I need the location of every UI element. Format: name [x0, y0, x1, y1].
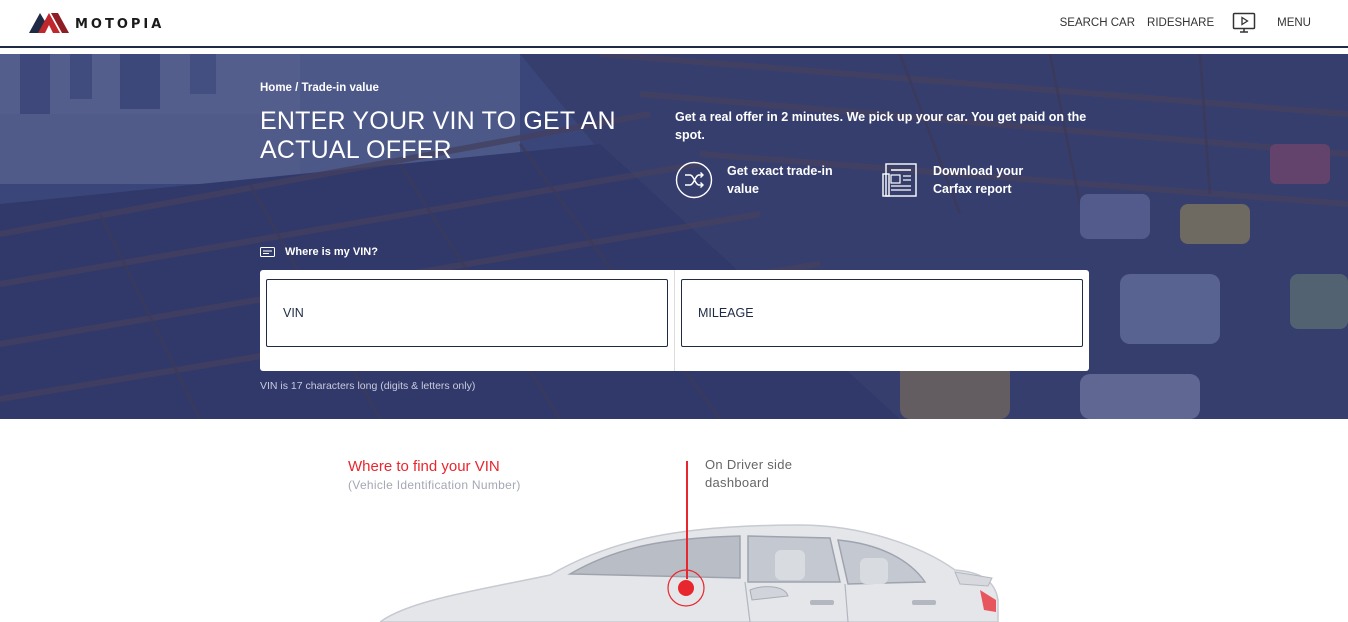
nav-menu[interactable]: MENU — [1277, 17, 1311, 29]
video-tv-icon[interactable] — [1232, 12, 1256, 34]
logo[interactable]: MOTOPIA — [29, 11, 164, 35]
logo-mark-icon — [29, 13, 69, 33]
nav-search-car[interactable]: SEARCH CAR — [1060, 17, 1135, 29]
mileage-input[interactable] — [698, 306, 1082, 320]
header-divider — [0, 46, 1348, 48]
brand-name: MOTOPIA — [75, 16, 165, 32]
hero-subtitle: Get a real offer in 2 minutes. We pick u… — [675, 110, 1087, 142]
report-icon — [882, 163, 917, 197]
nav-rideshare[interactable]: RIDESHARE — [1147, 17, 1214, 29]
hero-section: Home / Trade-in value ENTER YOUR VIN TO … — [0, 54, 1348, 419]
breadcrumb[interactable]: Home / Trade-in value — [260, 82, 379, 94]
vin-form — [260, 270, 1089, 371]
feature-carfax-report: Download your Carfax report — [881, 161, 1043, 199]
shuffle-icon — [675, 161, 713, 199]
form-divider — [674, 270, 675, 371]
card-icon — [260, 247, 275, 257]
page-title: ENTER YOUR VIN TO GET AN ACTUAL OFFER — [260, 107, 616, 164]
feature-label: Download your Carfax report — [933, 164, 1024, 196]
vin-hint: VIN is 17 characters long (digits & lett… — [260, 380, 476, 392]
driver-side-note: On Driver side dashboard — [705, 457, 793, 490]
site-header: MOTOPIA SEARCH CAR RIDESHARE MENU — [0, 0, 1348, 48]
mileage-field[interactable] — [681, 279, 1083, 347]
main-nav: SEARCH CAR RIDESHARE MENU — [1060, 12, 1311, 34]
vin-input[interactable] — [283, 306, 667, 320]
feature-label: Get exact trade-in value — [727, 164, 833, 196]
where-is-vin-link[interactable]: Where is my VIN? — [260, 246, 378, 258]
vin-field[interactable] — [266, 279, 668, 347]
vin-pointer-line — [686, 461, 688, 579]
car-illustration — [380, 524, 999, 622]
vin-location-title: Where to find your VIN — [348, 458, 500, 475]
where-is-vin-label: Where is my VIN? — [285, 246, 378, 258]
feature-exact-value: Get exact trade-in value — [675, 161, 837, 199]
vin-location-subtitle: (Vehicle Identification Number) — [348, 478, 521, 492]
